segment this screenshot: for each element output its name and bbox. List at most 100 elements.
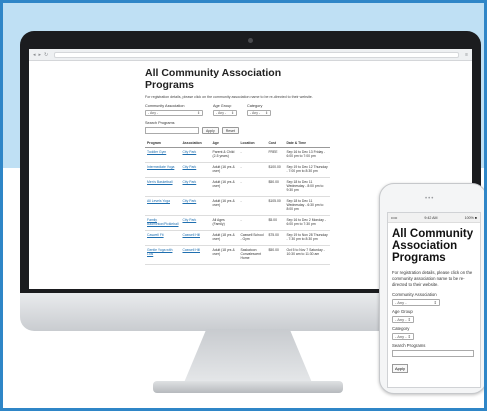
table-row: Toddler Gym City Park Parent & Child (2-…	[145, 147, 330, 163]
table-row: Men's Basketball City Park Adult (16 yrs…	[145, 177, 330, 197]
search-section: Search Programs Apply Reset	[145, 121, 330, 134]
address-bar[interactable]	[54, 51, 460, 58]
column-header[interactable]: Program	[145, 140, 181, 148]
filter-label: Category	[247, 104, 263, 108]
program-link[interactable]: Men's Basketball	[145, 177, 181, 197]
cost-cell: $5.00	[266, 215, 285, 231]
column-header[interactable]: Date & Time	[284, 140, 330, 148]
age-cell: Parent & Child (2-5 years)	[210, 147, 239, 163]
location-cell: -	[238, 196, 267, 216]
column-header[interactable]: Age	[210, 140, 239, 148]
filter-label: Age Group	[213, 104, 232, 108]
age-select[interactable]: - Any - ⇕	[213, 110, 237, 116]
battery-icon: 100% ■	[464, 215, 477, 220]
speaker-icon: •••	[425, 196, 435, 202]
signal-icon: •••••	[391, 215, 398, 220]
datetime-cell: Sep 18 to Dec 11 Wednesday - 6:30 pm to …	[284, 196, 330, 216]
table-row: Intermediate Yoga City Park Adult (16 yr…	[145, 162, 330, 178]
program-link[interactable]: All Levels Yoga	[145, 196, 181, 216]
cost-cell: $50.00	[266, 177, 285, 197]
chevron-down-icon: ⇕	[197, 111, 200, 115]
datetime-cell: Sep 16 to Dec 2 Monday - 6:00 pm to 7:30…	[284, 215, 330, 231]
age-cell: Adult (16 yrs & over)	[210, 177, 239, 197]
datetime-cell: Sep 19 to Dec 12 Thursday - 7:00 pm to 8…	[284, 162, 330, 178]
cost-cell: $75.00	[266, 230, 285, 246]
desktop-page: All Community Association Programs For r…	[145, 67, 330, 265]
age-cell: Adult (16 yrs & over)	[210, 196, 239, 216]
mobile-category-select[interactable]: - Any - ⇕	[392, 333, 414, 340]
reload-icon[interactable]: ↻	[44, 52, 48, 58]
program-link[interactable]: Gentle Yoga with Lois	[145, 245, 181, 265]
association-link[interactable]: City Park	[180, 162, 211, 178]
search-label: Search Programs	[145, 121, 175, 125]
filter-label: Age Group	[392, 309, 413, 314]
datetime-cell: Sep 19 to Nov 28 Thursday - 7:30 pm to 8…	[284, 230, 330, 246]
community-select[interactable]: - Any - ⇕	[145, 110, 203, 116]
association-link[interactable]: City Park	[180, 215, 211, 231]
forward-icon[interactable]: ▸	[39, 52, 42, 58]
association-link[interactable]: City Park	[180, 177, 211, 197]
mobile-screen: ••••• 9:42 AM 100% ■ All Community Assoc…	[387, 212, 481, 388]
mobile-apply-button[interactable]: Apply	[392, 364, 408, 373]
monitor-base	[153, 381, 343, 393]
location-cell: -	[238, 147, 267, 163]
category-select[interactable]: - Any - ⇕	[247, 110, 271, 116]
table-row: All Levels Yoga City Park Adult (16 yrs …	[145, 196, 330, 216]
reset-button[interactable]: Reset	[221, 127, 239, 134]
location-cell: Caswell School - Gym	[238, 230, 267, 246]
mobile-community-select[interactable]: - Any - ⇕	[392, 299, 440, 306]
association-link[interactable]: Caswell Hill	[180, 230, 211, 246]
table-header: Program Association Age Location Cost Da…	[145, 140, 330, 148]
back-icon[interactable]: ◂	[33, 52, 36, 58]
intro-text: For registration details, please click o…	[145, 95, 313, 99]
cost-cell: $50.00	[266, 245, 285, 265]
programs-table: Program Association Age Location Cost Da…	[145, 140, 330, 265]
chevron-down-icon: ⇕	[433, 300, 437, 305]
datetime-cell: Oct 5 to Nov 7 Saturday - 10:30 am to 11…	[284, 245, 330, 265]
age-cell: Adult (16 yrs & over)	[210, 162, 239, 178]
age-cell: Adult (18 yrs & over)	[210, 230, 239, 246]
apply-button[interactable]: Apply	[202, 127, 219, 134]
filter-community: Community Association - Any - ⇕	[145, 104, 203, 116]
cost-cell: FREE	[266, 147, 285, 163]
menu-icon[interactable]: ≡	[465, 52, 468, 58]
location-cell: -	[238, 177, 267, 197]
association-link[interactable]: City Park	[180, 147, 211, 163]
filter-label: Community Association	[145, 104, 185, 108]
status-time: 9:42 AM	[424, 215, 438, 220]
column-header[interactable]: Location	[238, 140, 267, 148]
program-link[interactable]: Toddler Gym	[145, 147, 181, 163]
mobile-age-select[interactable]: - Any - ⇕	[392, 316, 414, 323]
datetime-cell: Sep 18 to Dec 11 Wednesday - 8:00 pm to …	[284, 177, 330, 197]
status-bar: ••••• 9:42 AM 100% ■	[388, 213, 480, 223]
program-link[interactable]: Intermediate Yoga	[145, 162, 181, 178]
cost-cell: $100.00	[266, 162, 285, 178]
mobile-search-input[interactable]	[392, 350, 474, 357]
table-row: Family Badminton/Pickleball City Park Al…	[145, 215, 330, 231]
filter-age: Age Group - Any - ⇕	[213, 104, 237, 116]
search-input[interactable]	[145, 127, 199, 134]
table-row: Gentle Yoga with Lois Caswell Hill Adult…	[145, 245, 330, 265]
mobile-page-title: All Community Association Programs	[392, 228, 474, 264]
table-row: Caswell Fit Caswell Hill Adult (18 yrs &…	[145, 230, 330, 246]
camera-icon	[248, 38, 253, 43]
search-label: Search Programs	[392, 343, 426, 348]
column-header[interactable]: Association	[180, 140, 211, 148]
browser-nav[interactable]: ◂ ▸ ↻	[33, 52, 48, 58]
chevron-down-icon: ⇕	[407, 317, 411, 322]
association-link[interactable]: City Park	[180, 196, 211, 216]
browser-toolbar: ◂ ▸ ↻ ≡	[29, 49, 472, 61]
program-link[interactable]: Family Badminton/Pickleball	[145, 215, 181, 231]
program-link[interactable]: Caswell Fit	[145, 230, 181, 246]
column-header[interactable]: Cost	[266, 140, 285, 148]
location-cell: Saskatoon Convalescent Home	[238, 245, 267, 265]
chevron-down-icon: ⇕	[407, 334, 411, 339]
mobile-page: All Community Association Programs For r…	[388, 223, 480, 378]
association-link[interactable]: Caswell Hill	[180, 245, 211, 265]
location-cell: -	[238, 162, 267, 178]
filter-label: Community Association	[392, 292, 437, 297]
chevron-down-icon: ⇕	[231, 111, 234, 115]
filter-label: Category	[392, 326, 410, 331]
frame: ◂ ▸ ↻ ≡ All Community Association Progra…	[0, 0, 487, 411]
filter-row: Community Association - Any - ⇕ Age Group…	[145, 104, 330, 116]
